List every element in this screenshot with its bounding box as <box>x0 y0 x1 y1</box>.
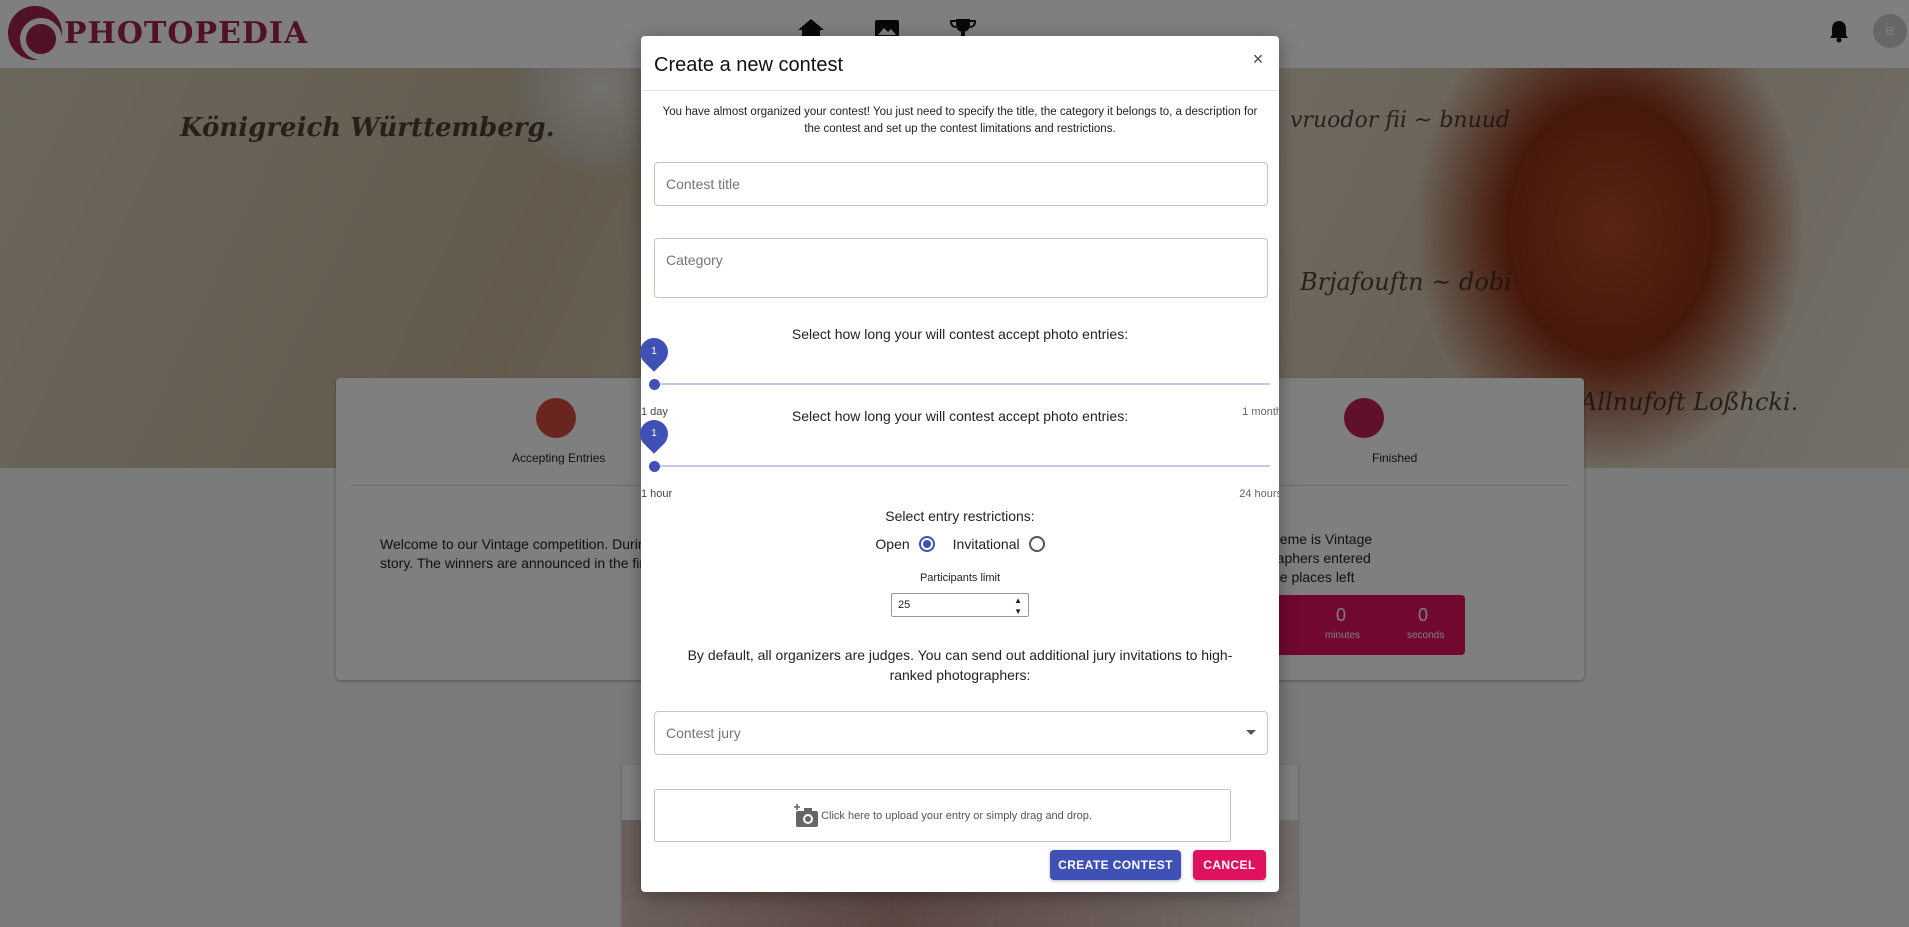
slider-value-bubble: 1 <box>634 414 674 454</box>
title-divider <box>641 90 1279 91</box>
stepper-arrows-icon: ▲ ▼ <box>1014 596 1022 616</box>
chevron-down-icon[interactable] <box>1246 730 1256 735</box>
radio-label-invitational: Invitational <box>952 536 1020 552</box>
dialog-intro-text: You have almost organized your contest! … <box>662 106 1258 135</box>
jury-info-text: By default, all organizers are judges. Y… <box>687 647 1233 683</box>
cancel-button[interactable]: CANCEL <box>1193 850 1266 880</box>
slider-min-label: 1 hour <box>641 488 673 500</box>
photo-upload-dropzone[interactable]: Click here to upload your entry or simpl… <box>654 789 1231 842</box>
entry-restrictions-label: Select entry restrictions: <box>885 508 1035 524</box>
close-icon[interactable]: × <box>1249 50 1267 68</box>
contest-title-input[interactable] <box>655 163 1267 205</box>
contest-title-field[interactable] <box>654 162 1268 206</box>
create-contest-button[interactable]: CREATE CONTEST <box>1050 850 1181 880</box>
slider-value: 1 <box>651 346 657 357</box>
slider-track <box>654 383 1270 385</box>
slider-value: 1 <box>651 428 657 439</box>
radio-open[interactable] <box>918 536 935 552</box>
participants-limit-select[interactable]: 25 ▲ ▼ <box>891 593 1029 617</box>
participants-limit-label: Participants limit <box>919 572 1001 584</box>
hours-duration-label: Select how long your will contest accept… <box>791 408 1129 424</box>
participants-limit-value: 25 <box>898 599 911 611</box>
slider-track <box>654 465 1270 467</box>
category-input[interactable] <box>655 239 1267 297</box>
entry-restrictions-group: Open Invitational <box>641 536 1279 552</box>
entries-duration-slider[interactable]: 1 1 day 1 month <box>634 332 1282 418</box>
upload-instructions: Click here to upload your entry or simpl… <box>821 809 1092 822</box>
slider-thumb[interactable] <box>649 461 660 472</box>
slider-max-label: 24 hours <box>1239 488 1282 500</box>
entries-duration-label: Select how long your will contest accept… <box>791 326 1129 342</box>
slider-value-bubble: 1 <box>634 332 674 372</box>
contest-jury-input[interactable] <box>655 712 1267 754</box>
dialog-title: Create a new contest <box>654 54 843 76</box>
create-contest-dialog: Create a new contest × You have almost o… <box>634 36 1282 892</box>
slider-thumb[interactable] <box>649 379 660 390</box>
radio-label-open: Open <box>875 536 910 552</box>
add-photo-camera-icon <box>793 803 819 828</box>
hours-duration-slider[interactable]: 1 1 hour 24 hours <box>634 414 1282 500</box>
contest-jury-field[interactable] <box>654 711 1268 755</box>
category-field[interactable] <box>654 238 1268 298</box>
radio-invitational[interactable] <box>1028 536 1045 552</box>
